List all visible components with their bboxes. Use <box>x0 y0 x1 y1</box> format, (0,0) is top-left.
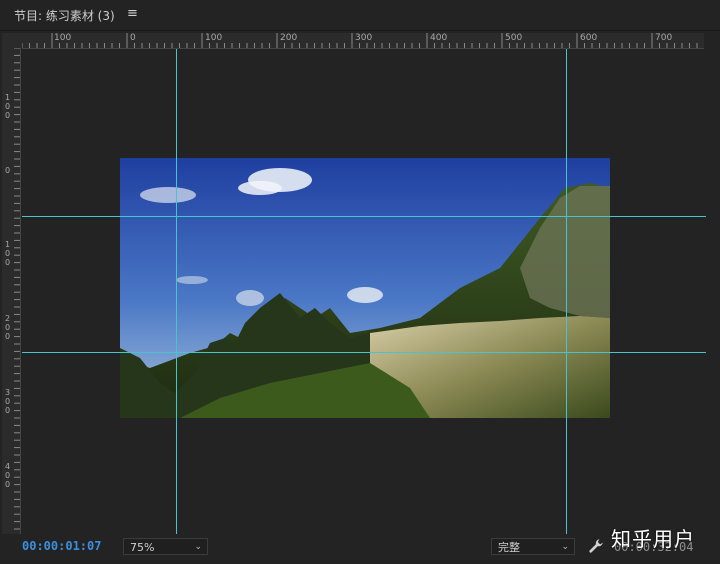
ruler-label: 200 <box>280 33 298 43</box>
hamburger-icon[interactable]: ≡ <box>127 6 138 21</box>
vertical-guide-left[interactable] <box>176 49 177 534</box>
zoom-level-value: 75% <box>130 541 155 554</box>
ruler-label: 100 <box>5 93 11 120</box>
watermark-text: 知乎用户 <box>611 527 695 551</box>
ruler-label: 700 <box>655 33 673 43</box>
ruler-label: 0 <box>5 166 11 175</box>
mountain-landscape-image <box>120 158 610 418</box>
resolution-value: 完整 <box>498 541 520 554</box>
current-timecode[interactable]: 00:00:01:07 <box>22 539 101 553</box>
ruler-label: 0 <box>130 33 136 43</box>
chevron-down-icon: ⌄ <box>561 542 569 552</box>
chevron-down-icon: ⌄ <box>194 542 202 552</box>
monitor-footer: 00:00:01:07 75% ⌄ 完整 ⌄ 00:00:32:04 知乎用户 <box>0 527 720 564</box>
ruler-label: 600 <box>580 33 598 43</box>
ruler-label: 300 <box>5 388 11 415</box>
playback-resolution-select[interactable]: 完整 ⌄ <box>491 538 575 555</box>
ruler-label: 400 <box>5 462 11 489</box>
panel-title[interactable]: 节目: 练习素材 (3) <box>14 7 115 24</box>
wrench-icon[interactable] <box>587 537 605 555</box>
ruler-label: 100 <box>205 33 223 43</box>
vertical-guide-right[interactable] <box>566 49 567 534</box>
ruler-label: 500 <box>505 33 523 43</box>
ruler-label: 200 <box>5 314 11 341</box>
zoom-level-select[interactable]: 75% ⌄ <box>123 538 208 555</box>
horizontal-guide-top[interactable] <box>22 216 706 217</box>
panel-header: 节目: 练习素材 (3) ≡ <box>0 0 720 31</box>
ruler-label: 400 <box>430 33 448 43</box>
horizontal-guide-bottom[interactable] <box>22 352 706 353</box>
ruler-label: 300 <box>355 33 373 43</box>
vertical-ruler[interactable]: 100 0 100 200 300 400 <box>2 48 21 534</box>
ruler-corner <box>2 33 22 48</box>
ruler-label: 100 <box>54 33 72 43</box>
ruler-label: 100 <box>5 240 11 267</box>
video-frame[interactable] <box>120 158 610 418</box>
horizontal-ruler[interactable]: 100 0 100 200 300 400 500 600 700 <box>22 33 704 49</box>
